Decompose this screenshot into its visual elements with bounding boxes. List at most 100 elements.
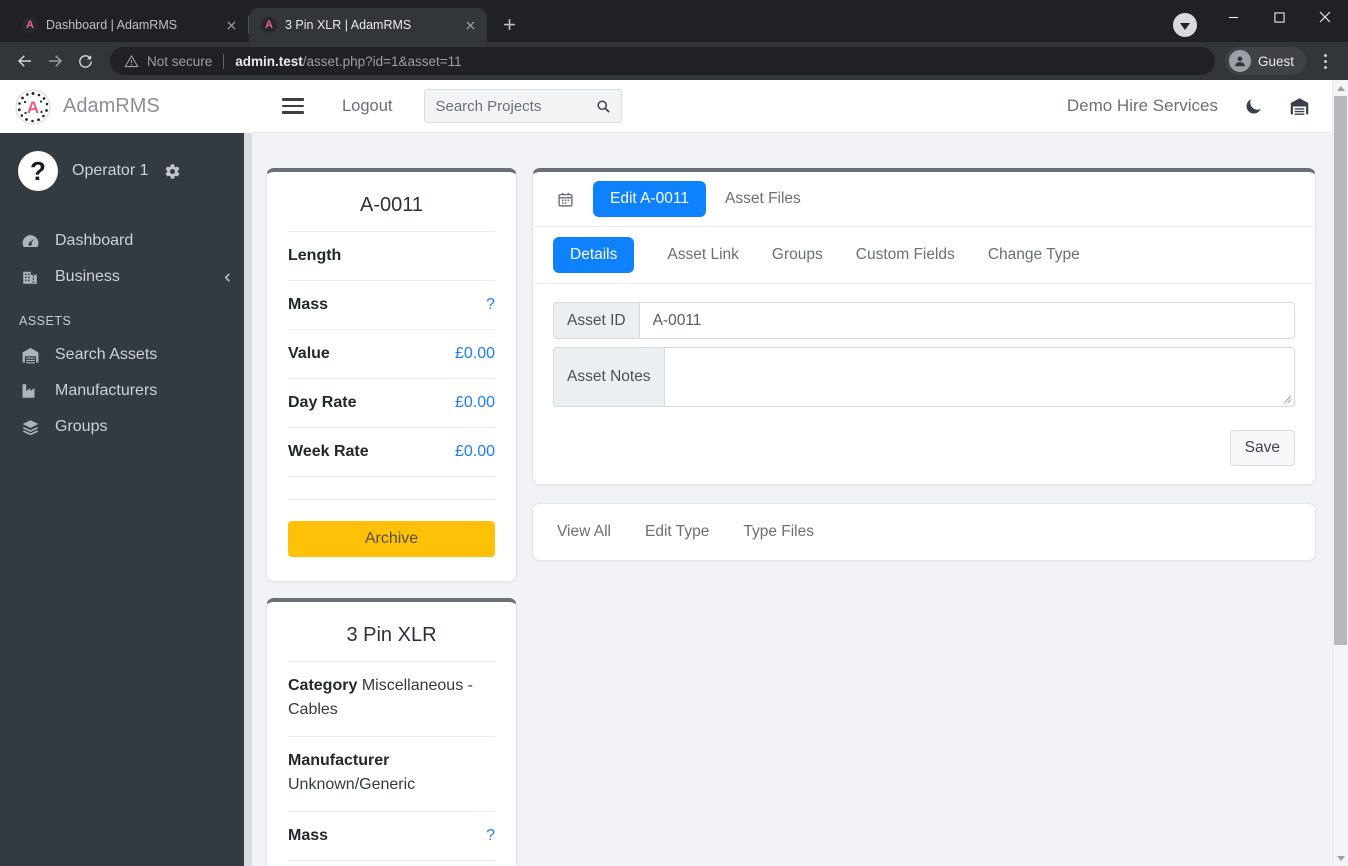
dark-mode-moon-icon[interactable] (1244, 97, 1263, 116)
browser-toolbar: Not secure admin.test/asset.php?id=1&ass… (0, 42, 1348, 80)
spec-row-empty (288, 477, 495, 500)
asset-card-title: A-0011 (288, 172, 495, 232)
adamrms-favicon: A (22, 17, 38, 33)
mass-help-link[interactable]: ? (486, 827, 495, 845)
media-controls-icon[interactable] (1173, 13, 1197, 37)
sidebar-item-label: Business (55, 268, 120, 286)
page-scrollbar[interactable] (1332, 80, 1348, 866)
type-row-value-cutoff: Value (288, 861, 495, 866)
tab-edit-asset[interactable]: Edit A-0011 (593, 181, 706, 217)
not-secure-warning-icon (124, 54, 139, 69)
spec-row-length: Length (288, 232, 495, 281)
mass-help-link[interactable]: ? (486, 296, 495, 314)
url-divider (223, 54, 224, 69)
type-row-category: Category Miscellaneous - Cables (288, 662, 495, 737)
form-footer: Save (553, 415, 1295, 466)
sidebar-item-manufacturers[interactable]: Manufacturers (0, 373, 252, 409)
asset-notes-group: Asset Notes (553, 347, 1295, 407)
spec-row-week-rate: Week Rate £0.00 (288, 428, 495, 477)
archive-button[interactable]: Archive (288, 521, 495, 557)
asset-notes-textarea[interactable] (664, 347, 1295, 407)
url-path: /asset.php?id=1&asset=11 (303, 54, 462, 69)
app-root: A AdamRMS ? Operator 1 Dashboard (0, 80, 1348, 866)
sidebar-scrollbar[interactable] (244, 133, 252, 866)
sidebar-nav: Dashboard Business ASSETS Searc (0, 209, 252, 445)
tab-close-icon[interactable] (461, 16, 479, 34)
browser-menu-icon[interactable] (1312, 48, 1338, 74)
right-column: Edit A-0011 Asset Files Details Asset Li… (532, 168, 1316, 561)
adamrms-favicon: A (261, 17, 277, 33)
tab-close-icon[interactable] (222, 16, 240, 34)
user-settings-gear-icon[interactable] (164, 163, 181, 180)
minimize-button[interactable] (1210, 0, 1256, 34)
scrollbar-thumb[interactable] (1334, 96, 1347, 645)
sidebar-item-groups[interactable]: Groups (0, 409, 252, 445)
asset-details-form: Asset ID Asset Notes (533, 284, 1315, 484)
close-button[interactable] (1302, 0, 1348, 34)
layer-group-icon (19, 418, 41, 437)
browser-tab-dashboard[interactable]: A Dashboard | AdamRMS (10, 8, 248, 42)
chevron-left-icon (222, 272, 233, 283)
page-content: A-0011 Length Mass ? Value £0.00 (252, 133, 1332, 866)
maximize-button[interactable] (1256, 0, 1302, 34)
reload-icon[interactable] (70, 46, 100, 76)
sidebar-item-label: Groups (55, 418, 107, 436)
back-icon[interactable] (10, 46, 40, 76)
sidebar-item-dashboard[interactable]: Dashboard (0, 223, 252, 259)
brand-name: AdamRMS (63, 95, 160, 118)
edit-type-link[interactable]: Edit Type (645, 523, 709, 541)
browser-tab-asset[interactable]: A 3 Pin XLR | AdamRMS (249, 8, 487, 42)
search-icon[interactable] (596, 99, 611, 114)
type-row-manufacturer: Manufacturer Unknown/Generic (288, 737, 495, 812)
tab-details[interactable]: Details (553, 237, 634, 273)
svg-text:A: A (27, 98, 39, 117)
asset-summary-card: A-0011 Length Mass ? Value £0.00 (266, 168, 517, 582)
industry-icon (19, 382, 41, 400)
calendar-icon[interactable] (557, 191, 574, 208)
type-card-title: 3 Pin XLR (288, 602, 495, 662)
asset-editor-card: Edit A-0011 Asset Files Details Asset Li… (532, 168, 1316, 485)
editor-main-tabs: Edit A-0011 Asset Files (533, 172, 1315, 227)
dashboard-gauge-icon (19, 232, 41, 251)
new-tab-button[interactable] (495, 10, 523, 38)
forward-icon[interactable] (40, 46, 70, 76)
profile-label: Guest (1258, 54, 1294, 69)
manufacturer-value: Unknown/Generic (288, 773, 495, 797)
address-bar[interactable]: Not secure admin.test/asset.php?id=1&ass… (110, 47, 1215, 75)
sidebar-item-label: Dashboard (55, 232, 133, 250)
user-avatar[interactable]: ? (18, 151, 58, 191)
type-links-card: View All Edit Type Type Files (532, 503, 1316, 561)
type-row-mass: Mass ? (288, 812, 495, 861)
tab-change-type[interactable]: Change Type (988, 246, 1080, 264)
scrollbar-down-icon[interactable] (1333, 850, 1348, 866)
hamburger-menu-icon[interactable] (282, 98, 304, 114)
security-label: Not secure (147, 54, 212, 69)
profile-chip[interactable]: Guest (1225, 47, 1306, 75)
tab-title: Dashboard | AdamRMS (46, 18, 214, 32)
tab-groups[interactable]: Groups (772, 246, 823, 264)
tab-custom-fields[interactable]: Custom Fields (856, 246, 955, 264)
warehouse-icon (19, 346, 41, 365)
tab-asset-link[interactable]: Asset Link (667, 246, 739, 264)
type-files-link[interactable]: Type Files (743, 523, 814, 541)
search-input[interactable] (435, 98, 590, 115)
scrollbar-up-icon[interactable] (1333, 80, 1348, 96)
brand-header[interactable]: A AdamRMS (0, 80, 252, 133)
sidebar-item-search-assets[interactable]: Search Assets (0, 337, 252, 373)
save-button[interactable]: Save (1230, 430, 1295, 466)
business-building-icon (19, 268, 41, 286)
view-all-link[interactable]: View All (557, 523, 611, 541)
user-row: ? Operator 1 (0, 133, 252, 209)
project-search-box[interactable] (424, 89, 622, 123)
location-warehouse-icon[interactable] (1289, 96, 1310, 117)
asset-id-input[interactable] (639, 302, 1295, 339)
instance-name[interactable]: Demo Hire Services (1067, 96, 1218, 116)
logout-link[interactable]: Logout (342, 97, 392, 116)
tab-asset-files[interactable]: Asset Files (725, 190, 801, 208)
sidebar-item-business[interactable]: Business (0, 259, 252, 295)
main-area: Logout Demo Hire Services (252, 80, 1332, 866)
resize-grip-icon[interactable] (1283, 395, 1292, 404)
browser-tabstrip: A Dashboard | AdamRMS A 3 Pin XLR | Adam… (0, 0, 1348, 42)
sidebar-item-label: Manufacturers (55, 382, 157, 400)
url-domain: admin.test (235, 54, 303, 69)
